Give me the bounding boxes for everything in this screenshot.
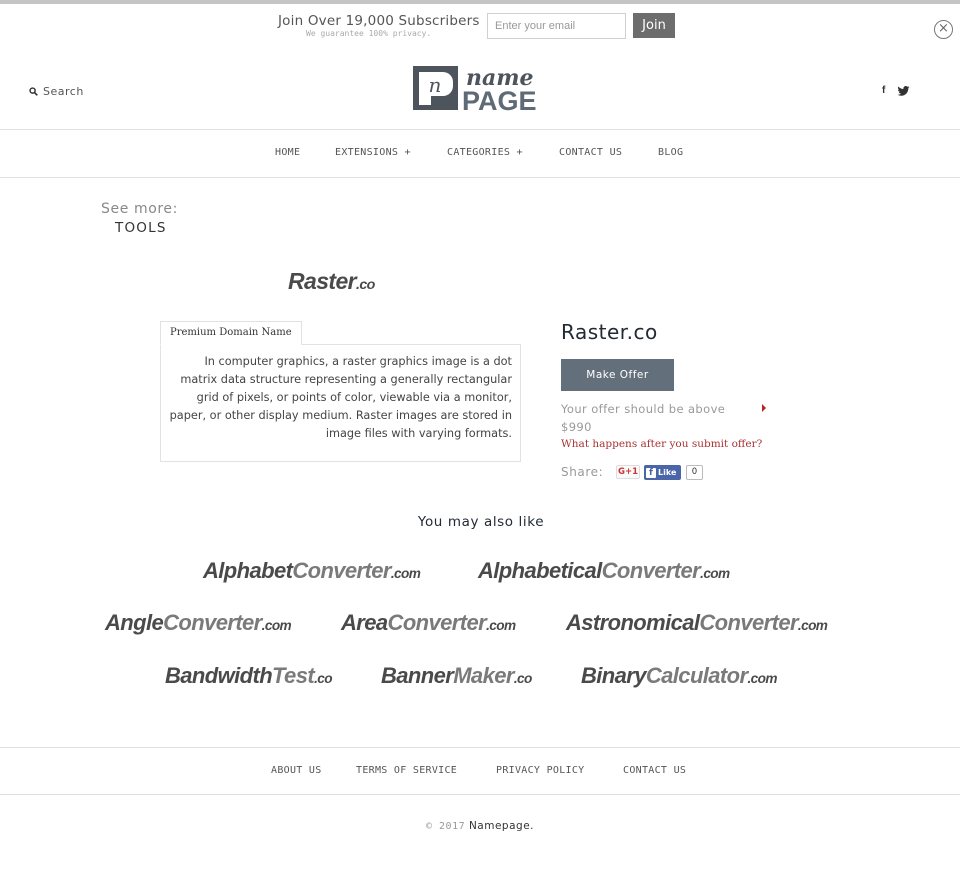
related-domain-part-b: Converter [292, 558, 391, 583]
nav-categories[interactable]: CATEGORIES + [447, 147, 523, 158]
join-button[interactable]: Join [633, 13, 675, 38]
search-button[interactable]: Search [29, 85, 84, 98]
related-domain-part-a: Astronomical [566, 610, 700, 635]
related-domain[interactable]: BinaryCalculator.com [581, 663, 777, 689]
make-offer-button[interactable]: Make Offer [561, 359, 674, 391]
domain-logo: Raster.co [288, 268, 375, 295]
related-domain[interactable]: AlphabeticalConverter.com [478, 558, 730, 584]
main-nav: HOME EXTENSIONS + CATEGORIES + CONTACT U… [0, 131, 960, 178]
related-domain-part-b: Converter [601, 558, 701, 583]
close-icon[interactable]: × [934, 20, 953, 39]
footer-nav: ABOUT US TERMS OF SERVICE PRIVACY POLICY… [0, 747, 960, 795]
related-domain-tld: .co [314, 671, 332, 686]
related-domain-part-b: Converter [163, 610, 262, 635]
related-domain[interactable]: AreaConverter.com [341, 610, 516, 636]
footer-terms-of-service[interactable]: TERMS OF SERVICE [356, 765, 457, 776]
related-domain-tld: .com [261, 618, 292, 633]
related-domain-part-a: Banner [381, 663, 454, 688]
see-more-label: See more: [101, 201, 178, 217]
offer-note-text: Your offer should be above [561, 402, 726, 416]
share-label: Share: [561, 465, 604, 479]
related-domain-part-a: Binary [581, 663, 646, 688]
related-domain[interactable]: AlphabetConverter.com [203, 558, 421, 584]
related-domain-tld: .com [797, 618, 828, 633]
related-domain[interactable]: BannerMaker.co [381, 663, 532, 689]
copyright-brand-link[interactable]: Namepage. [469, 820, 534, 832]
facebook-like-button[interactable]: f Like [644, 465, 681, 480]
related-domain[interactable]: BandwidthTest.co [165, 663, 333, 689]
facebook-like-label: Like [658, 468, 677, 477]
copyright: © 2017 Namepage. [0, 820, 960, 832]
related-domain-part-a: Bandwidth [165, 663, 273, 688]
subscribe-note: We guarantee 100% privacy. [306, 29, 432, 38]
email-input[interactable]: Enter your email [487, 13, 626, 39]
twitter-icon[interactable] [897, 85, 910, 96]
related-domain-part-b: Test [272, 663, 315, 688]
offer-min-price: $990 [561, 420, 592, 434]
nav-blog[interactable]: BLOG [658, 147, 683, 158]
related-domain-tld: .com [700, 566, 730, 581]
caret-right-icon[interactable] [762, 404, 766, 412]
offer-help-link[interactable]: What happens after you submit offer? [561, 438, 762, 450]
nav-home[interactable]: HOME [275, 147, 300, 158]
related-domain-part-b: Converter [699, 610, 798, 635]
nav-extensions[interactable]: EXTENSIONS + [335, 147, 411, 158]
domain-logo-tld: .co [356, 277, 375, 293]
logo-page: PAGE [462, 86, 537, 111]
related-domain-part-a: Area [341, 610, 388, 635]
footer-privacy-policy[interactable]: PRIVACY POLICY [496, 765, 585, 776]
also-like-title: You may also like [417, 514, 545, 530]
subscribe-bar: Join Over 19,000 Subscribers We guarante… [0, 4, 960, 50]
social-links: f [882, 85, 910, 96]
related-domain-tld: .com [747, 671, 777, 686]
domain-name-heading: Raster.co [561, 320, 658, 344]
subscribe-title: Join Over 19,000 Subscribers [278, 13, 480, 29]
facebook-icon: f [646, 467, 656, 478]
domain-description: In computer graphics, a raster graphics … [169, 355, 512, 440]
related-domain-tld: .co [513, 671, 532, 686]
nav-contact-us[interactable]: CONTACT US [559, 147, 622, 158]
see-more-tools-link[interactable]: TOOLS [115, 220, 167, 236]
copyright-year: © 2017 [425, 821, 466, 832]
related-domain-part-b: Maker [453, 663, 514, 688]
description-panel: In computer graphics, a raster graphics … [160, 344, 521, 462]
tab-premium-domain-name[interactable]: Premium Domain Name [160, 321, 302, 345]
related-domain-tld: .com [390, 566, 421, 581]
facebook-like-count: 0 [686, 465, 703, 480]
related-domain[interactable]: AngleConverter.com [105, 610, 292, 636]
related-domain-tld: .com [486, 618, 516, 633]
related-domain-part-a: Alphabet [203, 558, 293, 583]
footer-contact-us[interactable]: CONTACT US [623, 765, 686, 776]
related-domain[interactable]: AstronomicalConverter.com [566, 610, 828, 636]
site-logo[interactable]: n name PAGE [413, 65, 549, 111]
facebook-icon[interactable]: f [882, 85, 885, 96]
related-domain-part-b: Calculator [645, 663, 748, 688]
search-label: Search [43, 85, 84, 98]
related-domain-part-b: Converter [387, 610, 487, 635]
related-domain-part-a: Angle [105, 610, 164, 635]
site-header: Search n name PAGE f [0, 50, 960, 130]
google-plus-button[interactable]: G+1 [616, 465, 640, 479]
offer-note: Your offer should be above $990 [561, 400, 771, 436]
search-icon [29, 87, 38, 96]
footer-about-us[interactable]: ABOUT US [271, 765, 322, 776]
domain-logo-name: Raster [288, 268, 357, 294]
logo-mark: n [429, 73, 442, 97]
related-domain-part-a: Alphabetical [478, 558, 602, 583]
